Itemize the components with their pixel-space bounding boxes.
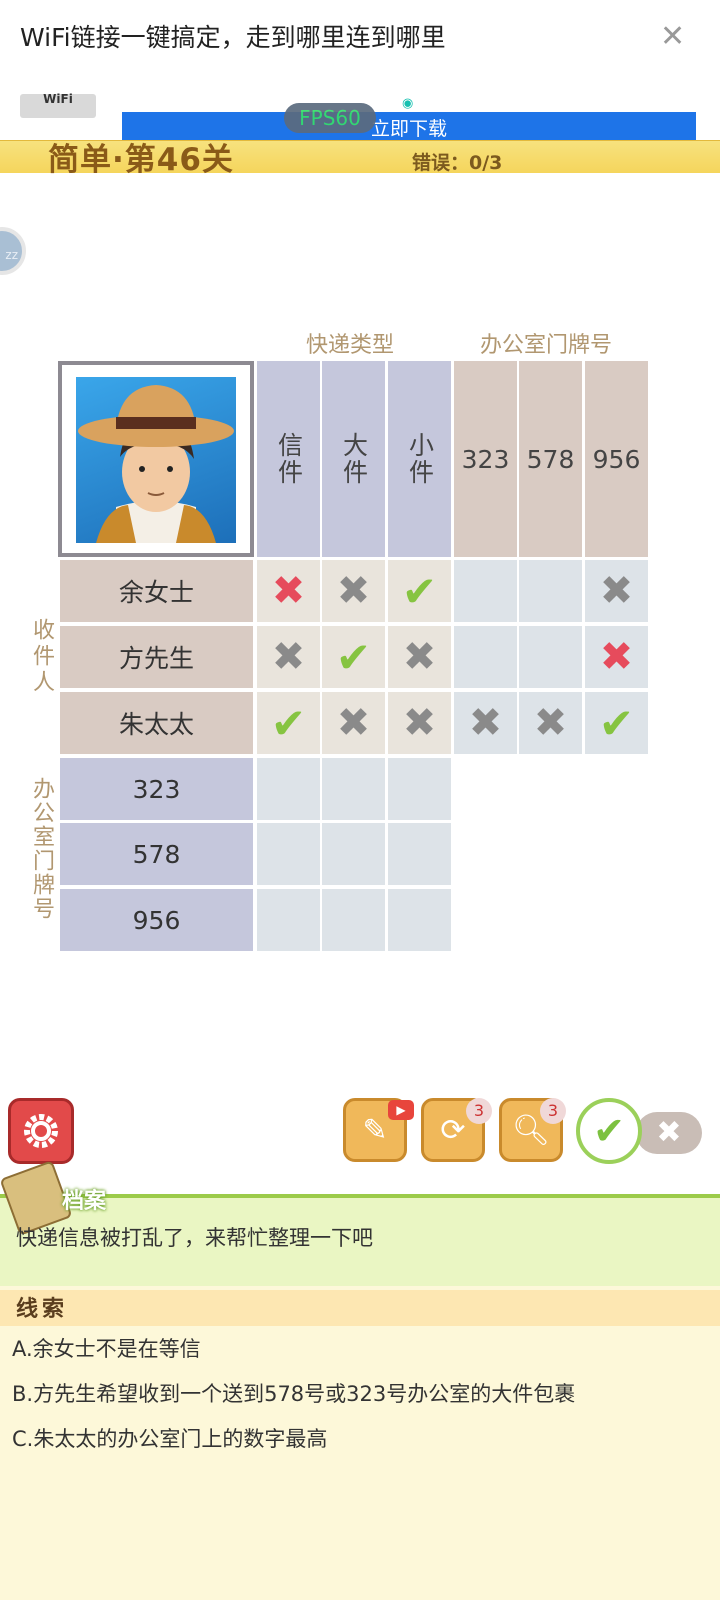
row-header-room: 323	[60, 758, 253, 820]
check-mark-icon: ✔	[598, 698, 635, 748]
grid-cell[interactable]	[388, 889, 451, 951]
grid-cell[interactable]	[454, 560, 517, 622]
refresh-icon: ⟳	[440, 1112, 466, 1148]
grid-cell[interactable]	[322, 823, 385, 885]
ad-logo: WiFi	[20, 92, 96, 118]
room-side-label: 办公室门牌号	[29, 777, 54, 921]
grid-cell[interactable]	[519, 560, 582, 622]
column-header-type: 信件	[257, 361, 320, 557]
level-title: 简单·第46关	[48, 142, 234, 178]
cross-mark-icon: ✖	[402, 634, 437, 680]
cross-mark-icon: ✖	[271, 634, 306, 680]
cross-mark-icon: ✖	[599, 568, 634, 614]
row-header-room: 578	[60, 823, 253, 885]
check-mark-icon: ✔	[270, 698, 307, 748]
close-icon[interactable]: ✕	[660, 22, 685, 52]
cross-mark-icon: ✖	[336, 568, 371, 614]
column-header-label: 小件	[405, 432, 435, 486]
wifi-icon: ◉	[402, 96, 414, 111]
grid-cell[interactable]	[519, 626, 582, 688]
notes-video-icon: ✎	[362, 1112, 388, 1148]
ad-title: WiFi链接一键搞定，走到哪里连到哪里	[20, 23, 446, 52]
hint-count-badge: 3	[540, 1098, 566, 1124]
grid-cell[interactable]	[388, 823, 451, 885]
side-float-button[interactable]: zz	[0, 227, 26, 275]
type-group-label: 快递类型	[306, 333, 395, 358]
column-header-type: 小件	[388, 361, 451, 557]
cross-mark-icon: ✖	[336, 700, 371, 746]
clues-title: 线索	[16, 1297, 69, 1322]
confirm-button[interactable]: ✔	[576, 1098, 642, 1164]
fps-counter: FPS60	[284, 103, 376, 133]
cancel-button[interactable]: ✖	[636, 1112, 702, 1154]
row-header-recipient: 方先生	[60, 626, 253, 688]
column-header-room: 323	[454, 361, 517, 557]
clue-item: B.方先生希望收到一个送到578号或323号办公室的大件包裹	[12, 1382, 576, 1406]
grid-cell[interactable]	[257, 889, 320, 951]
column-header-label: 956	[592, 444, 641, 474]
grid-cell[interactable]	[257, 823, 320, 885]
check-mark-icon: ✔	[401, 566, 438, 616]
column-header-label: 信件	[274, 432, 304, 486]
portrait-image	[76, 377, 236, 543]
clues-header	[0, 1290, 720, 1326]
row-header-recipient: 朱太太	[60, 692, 253, 754]
grid-cell[interactable]	[257, 758, 320, 820]
column-header-type: 大件	[322, 361, 385, 557]
clue-item: C.朱太太的办公室门上的数字最高	[12, 1427, 328, 1451]
grid-cell[interactable]	[388, 758, 451, 820]
column-header-room: 956	[585, 361, 648, 557]
column-header-label: 323	[461, 444, 510, 474]
grid-cell[interactable]	[322, 889, 385, 951]
video-badge-icon: ▶	[388, 1100, 414, 1120]
man-with-hat-icon	[78, 385, 234, 543]
ad-logo-text: WiFi	[43, 92, 73, 106]
grid-cell[interactable]	[322, 758, 385, 820]
cross-mark-icon: ✖	[599, 634, 634, 680]
error-counter: 错误：0/3	[412, 152, 503, 174]
column-header-label: 578	[526, 444, 575, 474]
row-header-recipient: 余女士	[60, 560, 253, 622]
column-header-room: 578	[519, 361, 582, 557]
archive-tab-label: 档案	[62, 1189, 107, 1214]
column-header-label: 大件	[339, 432, 369, 486]
grid-cell[interactable]	[454, 626, 517, 688]
recipient-side-label: 收件人	[29, 618, 54, 696]
refresh-count-badge: 3	[466, 1098, 492, 1124]
cross-mark-icon: ✖	[468, 700, 503, 746]
gear-icon	[24, 1114, 58, 1148]
archive-text: 快递信息被打乱了，来帮忙整理一下吧	[16, 1226, 373, 1250]
settings-button[interactable]	[8, 1098, 74, 1164]
room-group-label: 办公室门牌号	[480, 333, 613, 358]
cross-mark-icon: ✖	[402, 700, 437, 746]
row-header-room: 956	[60, 889, 253, 951]
character-portrait	[58, 361, 254, 557]
clue-item: A.余女士不是在等信	[12, 1337, 201, 1361]
cross-mark-icon: ✖	[271, 568, 306, 614]
cross-mark-icon: ✖	[533, 700, 568, 746]
check-mark-icon: ✔	[335, 632, 372, 682]
